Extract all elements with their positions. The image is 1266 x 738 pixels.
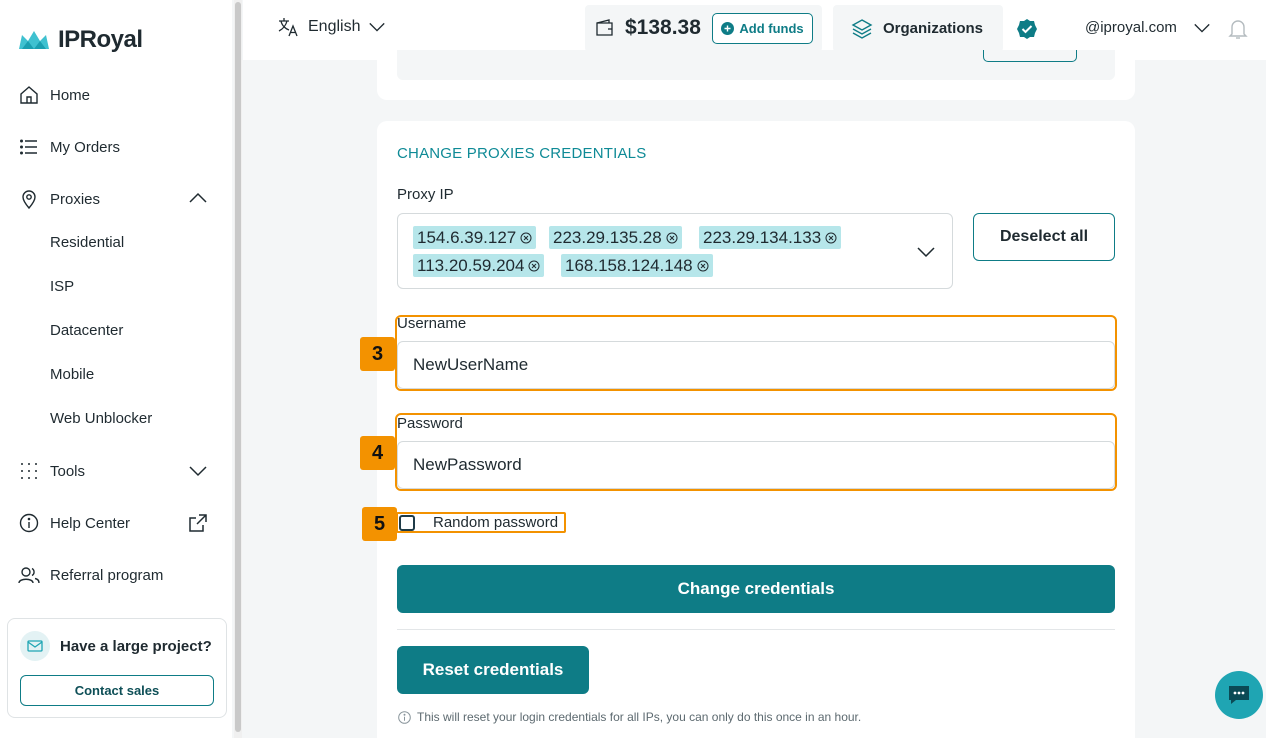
sidebar-subitem-residential[interactable]: Residential [50,234,124,251]
username-label: Username [397,315,467,332]
divider [397,629,1115,630]
envelope-icon [20,631,50,661]
language-selector[interactable]: English [278,17,386,37]
previous-card-inner [397,50,1115,80]
promo-card: Have a large project? Contact sales [7,618,227,718]
crown-logo-icon [19,31,49,49]
remove-chip-icon[interactable] [666,232,678,244]
random-password-label[interactable]: Random password [433,514,558,531]
sidebar-item-label: Home [50,86,91,104]
bell-icon[interactable] [1228,18,1248,40]
sidebar-scrollbar[interactable] [234,0,242,738]
ip-chip-label: 113.20.59.204 [417,255,525,275]
info-icon [398,710,411,724]
scrollbar-thumb[interactable] [235,2,241,732]
users-icon [18,564,40,586]
chat-bubble-icon [1229,686,1249,704]
chevron-down-icon[interactable] [1193,19,1211,37]
remove-chip-icon[interactable] [825,232,837,244]
sidebar-item-tools[interactable]: Tools [18,459,85,483]
account-email[interactable]: @iproyal.com [1085,19,1177,36]
remove-chip-icon[interactable] [520,232,532,244]
annotation-badge-5: 5 [362,507,397,541]
chevron-down-icon [369,22,386,32]
reset-note-text: This will reset your login credentials f… [417,710,862,724]
external-link-icon[interactable] [188,513,208,533]
sidebar-subitem-isp[interactable]: ISP [50,278,74,295]
username-input[interactable]: NewUserName [397,341,1115,389]
ip-chip-label: 223.29.134.133 [703,227,822,247]
translate-icon [278,18,298,37]
contact-sales-button[interactable]: Contact sales [20,675,214,706]
annotation-badge-4: 4 [360,436,395,470]
sidebar-item-label: Proxies [50,190,101,208]
logo[interactable]: IPRoyal [18,26,143,54]
chevron-down-icon[interactable] [916,242,936,262]
reset-note: This will reset your login credentials f… [398,710,861,724]
random-password-checkbox[interactable] [399,515,415,531]
change-credentials-button[interactable]: Change credentials [397,565,1115,613]
brand-name: IPRoyal [58,26,143,53]
add-funds-button[interactable]: Add funds [712,13,813,44]
location-pin-icon [18,188,40,210]
ip-chip-label: 223.29.135.28 [553,227,662,247]
chat-widget-button[interactable] [1215,671,1263,719]
layers-icon [851,18,873,39]
annotation-badge-3: 3 [360,337,395,371]
sidebar-item-label: My Orders [50,138,121,156]
proxy-ip-label: Proxy IP [397,186,454,203]
list-icon [18,136,40,158]
remove-chip-icon[interactable] [528,260,540,272]
organizations-button[interactable]: Organizations [833,5,1003,52]
previous-card-button[interactable] [983,50,1077,62]
promo-title: Have a large project? [60,638,212,655]
chevron-down-icon[interactable] [188,461,208,481]
plus-circle-icon [721,22,735,35]
sidebar-item-label: Tools [50,462,86,480]
sidebar-item-label: Help Center [50,514,131,532]
home-icon [18,84,40,106]
password-label: Password [397,415,463,432]
sidebar-subitem-mobile[interactable]: Mobile [50,366,94,383]
grid-dots-icon [18,460,40,482]
sidebar-item-label: Referral program [50,566,164,584]
sidebar-item-proxies[interactable]: Proxies [18,187,100,211]
balance-amount: $138.38 [625,16,701,39]
verified-badge-icon [1017,19,1037,39]
organizations-label: Organizations [883,20,984,37]
wallet-box: $138.38 Add funds [585,5,822,52]
ip-chip[interactable]: 113.20.59.204 [413,254,545,277]
deselect-all-button[interactable]: Deselect all [973,213,1115,261]
ip-chip[interactable]: 223.29.135.28 [549,226,682,249]
ip-chip[interactable]: 168.158.124.148 [561,254,713,277]
section-title: CHANGE PROXIES CREDENTIALS [397,145,647,162]
previous-card [377,50,1135,100]
chevron-up-icon[interactable] [188,188,208,208]
ip-chip-label: 154.6.39.127 [417,227,517,247]
sidebar-item-help-center[interactable]: Help Center [18,511,130,535]
language-label: English [308,18,361,35]
sidebar-item-referral-program[interactable]: Referral program [18,563,163,587]
reset-credentials-button[interactable]: Reset credentials [397,646,589,694]
add-funds-label: Add funds [739,21,804,36]
sidebar-subitem-datacenter[interactable]: Datacenter [50,322,123,339]
sidebar-item-my-orders[interactable]: My Orders [18,135,120,159]
sidebar-item-home[interactable]: Home [18,83,90,107]
ip-chip[interactable]: 154.6.39.127 [413,226,537,249]
remove-chip-icon[interactable] [697,260,709,272]
proxy-ip-select[interactable]: 154.6.39.127 223.29.135.28 223.29.134.13… [397,213,953,289]
sidebar-subitem-web-unblocker[interactable]: Web Unblocker [50,410,152,427]
ip-chip[interactable]: 223.29.134.133 [699,226,842,249]
ip-chip-label: 168.158.124.148 [565,255,693,275]
password-input[interactable]: NewPassword [397,441,1115,489]
info-icon [18,512,40,534]
sidebar: IPRoyal Home My Orders Proxies Residenti… [0,0,232,738]
wallet-icon [596,19,613,36]
